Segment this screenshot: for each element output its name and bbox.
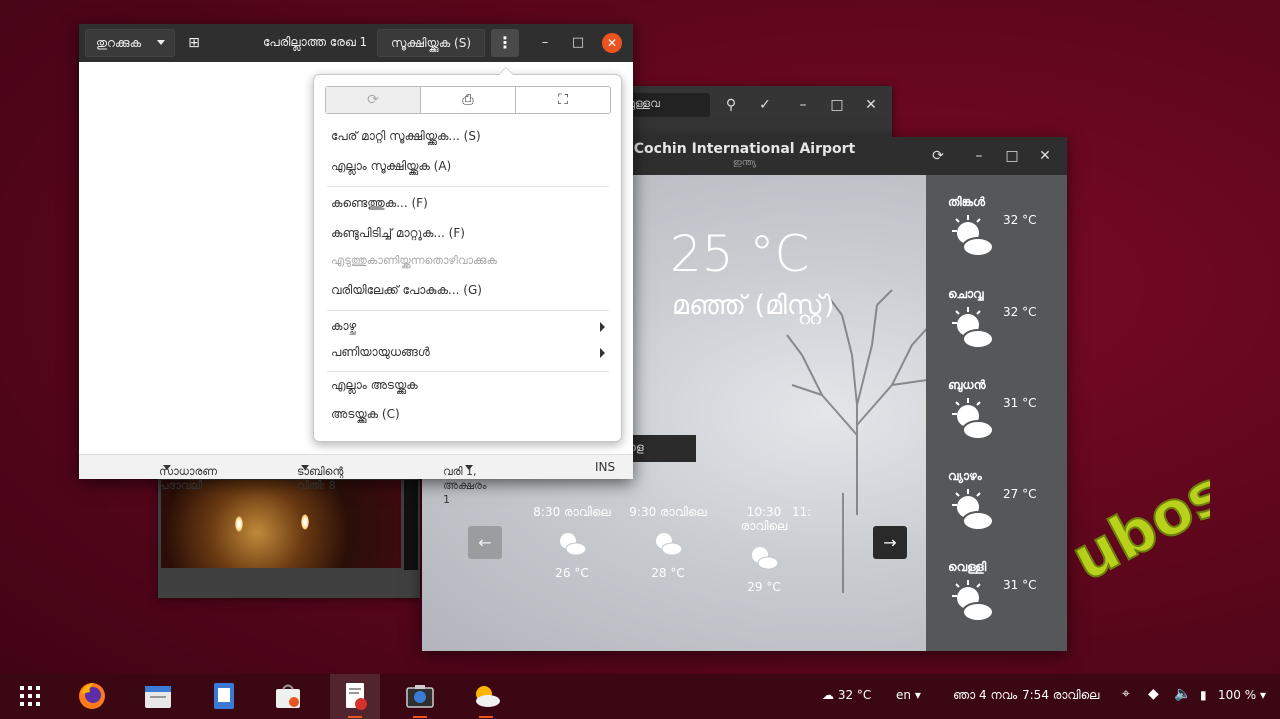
weather-app-icon[interactable] (470, 680, 502, 712)
panel-time[interactable]: 7:54 രാവിലെ (1022, 688, 1099, 703)
partly-cloudy-icon (952, 580, 994, 622)
chevron-down-icon (157, 40, 165, 45)
print-icon[interactable]: ⎙ (420, 87, 515, 113)
refresh-icon[interactable]: ⟳ (926, 145, 950, 167)
close-icon[interactable]: ✕ (860, 94, 882, 116)
chevron-right-icon (600, 322, 605, 332)
document-title: പേരില്ലാത്ത രേഖ 1 (263, 35, 368, 49)
menu-item-goto-line[interactable]: വരിയിലേക്ക് പോകുക... (G) (331, 283, 482, 298)
menu-item-clear-highlight: എടുത്തുകാണിയ്ക്കുന്നതൊഴിവാക്കുക (331, 254, 497, 267)
editor-menu-popover: ⟳ ⎙ ⛶ പേര് മാറ്റി സൂക്ഷിയ്ക്കുക... (S) എ… (313, 67, 622, 442)
menu-item-close[interactable]: അടയ്ക്കുക (C) (331, 407, 400, 422)
current-condition: മഞ്ഞ് (മിസ്റ്റ്) (672, 290, 835, 321)
forecast-day: വ്യാഴം 27 °C (948, 469, 1058, 549)
lamp-photo-thumbnail[interactable] (161, 480, 401, 568)
files-window: മുള്ളവ ⚲ ✓ – □ ✕ (612, 86, 892, 142)
partly-cloudy-icon (952, 215, 994, 257)
fullscreen-icon[interactable]: ⛶ (515, 87, 610, 113)
menu-item-find-replace[interactable]: കണ്ടുപിടിച്ച് മാറ്റുക... (F) (331, 226, 465, 241)
close-icon[interactable]: ✕ (602, 33, 622, 53)
menu-separator (327, 371, 609, 372)
menu-item-save-as[interactable]: പേര് മാറ്റി സൂക്ഷിയ്ക്കുക... (S) (331, 129, 481, 144)
forecast-day: വെള്ളി 31 °C (948, 560, 1058, 640)
desktop-logo: ubos (1060, 475, 1210, 585)
forecast-sidebar: തിങ്കൾ 32 °C ചൊവ്വ 32 °C ബുധൻ 31 °C വ്യാ… (926, 175, 1067, 651)
language-selector[interactable]: സാധാരണ പദാവലി (159, 460, 217, 492)
svg-text:ubos: ubos (1061, 475, 1210, 585)
forecast-day: തിങ്കൾ 32 °C (948, 195, 1058, 275)
open-button-label: തുറക്കുക (96, 36, 142, 50)
partly-cloudy-icon (656, 533, 683, 556)
current-temperature: 25 °C (670, 225, 810, 283)
hourly-divider (842, 493, 844, 593)
menu-separator (327, 310, 609, 311)
hourly-item: 9:30 രാവിലെ 28 °C (629, 505, 707, 580)
hourly-item: 8:30 രാവിലെ 26 °C (533, 505, 611, 580)
minimize-icon[interactable]: – (534, 32, 556, 54)
tab-width-selector[interactable]: ടാബിന്റെ വീതി: 8 (297, 460, 343, 492)
partly-cloudy-icon (752, 547, 779, 570)
menu-item-view[interactable]: കാഴ്ച (331, 319, 356, 334)
close-icon[interactable]: ✕ (1033, 145, 1057, 167)
menu-separator (327, 186, 609, 187)
menu-item-tools[interactable]: പണിയായുധങ്ങൾ (331, 345, 430, 360)
menu-item-save-all[interactable]: എല്ലാം സൂക്ഷിയ്ക്കുക (A) (331, 159, 451, 174)
maximize-icon[interactable]: □ (567, 32, 589, 54)
keyboard-layout-selector[interactable]: en ▾ (896, 688, 921, 702)
weather-overlay-label: ളെ (622, 435, 696, 462)
chevron-right-icon (600, 348, 605, 358)
partly-cloudy-icon (952, 307, 994, 349)
reload-icon[interactable]: ⟳ (326, 87, 420, 113)
running-indicator (479, 716, 493, 718)
editor-headerbar: തുറക്കുക ⊞ പേരില്ലാത്ത രേഖ 1 സൂക്ഷിയ്ക്ക… (79, 24, 633, 62)
partly-cloudy-icon (560, 533, 587, 556)
insert-mode-indicator: INS (595, 460, 616, 474)
firefox-icon[interactable] (76, 680, 108, 712)
menu-action-row: ⟳ ⎙ ⛶ (325, 86, 611, 114)
save-button[interactable]: സൂക്ഷിയ്ക്കുക (S) (377, 29, 485, 57)
running-indicator (413, 716, 427, 718)
partly-cloudy-icon (952, 398, 994, 440)
hourly-prev-button[interactable]: ← (468, 526, 502, 559)
running-indicator (348, 716, 362, 718)
document-viewer-icon[interactable] (208, 680, 240, 712)
partly-cloudy-icon (952, 489, 994, 531)
files-search-input[interactable]: മുള്ളവ (620, 93, 710, 117)
software-center-icon[interactable] (272, 680, 304, 712)
panel-date[interactable]: ഞാ 4 നവം (953, 688, 1017, 703)
menu-item-find[interactable]: കണ്ടെത്തുക... (F) (331, 196, 428, 211)
editor-statusbar: സാധാരണ പദാവലി ടാബിന്റെ വീതി: 8 വരി 1, അക… (79, 454, 633, 506)
maximize-icon[interactable]: □ (1000, 145, 1024, 167)
minimize-icon[interactable]: – (967, 145, 991, 167)
panel-weather[interactable]: ☁ 32 °C (822, 688, 871, 702)
screenshot-icon[interactable] (404, 680, 436, 712)
forecast-day: ചൊവ്വ 32 °C (948, 287, 1058, 367)
hourly-item: 11: (792, 505, 812, 519)
minimize-icon[interactable]: – (792, 94, 814, 116)
menu-icon[interactable]: ⋮ (491, 29, 519, 57)
maximize-icon[interactable]: □ (826, 94, 848, 116)
battery-icon[interactable]: ▮ (1200, 688, 1207, 702)
battery-level[interactable]: 100 % ▾ (1218, 688, 1266, 702)
new-document-icon[interactable]: ⊞ (183, 32, 205, 54)
volume-icon[interactable]: 🔈 (1174, 686, 1191, 702)
menu-item-close-all[interactable]: എല്ലാം അടയ്ക്കുക (331, 378, 418, 393)
checkmark-icon[interactable]: ✓ (754, 94, 776, 116)
files-icon[interactable] (142, 680, 174, 712)
location-icon[interactable]: ⌖ (1122, 686, 1130, 702)
open-button[interactable]: തുറക്കുക (85, 29, 175, 57)
taskbar: ☁ 32 °C en ▾ ഞാ 4 നവം 7:54 രാവിലെ ⌖ ◆ 🔈 … (0, 674, 1280, 719)
wifi-icon[interactable]: ◆ (1148, 686, 1159, 702)
hourly-next-button[interactable]: → (873, 526, 907, 559)
search-icon[interactable]: ⚲ (720, 94, 742, 116)
app-grid-icon[interactable] (14, 680, 46, 712)
forecast-day: ബുധൻ 31 °C (948, 378, 1058, 458)
text-editor-icon[interactable] (339, 680, 371, 712)
cursor-position-selector[interactable]: വരി 1, അക്ഷരം 1 (443, 460, 487, 506)
